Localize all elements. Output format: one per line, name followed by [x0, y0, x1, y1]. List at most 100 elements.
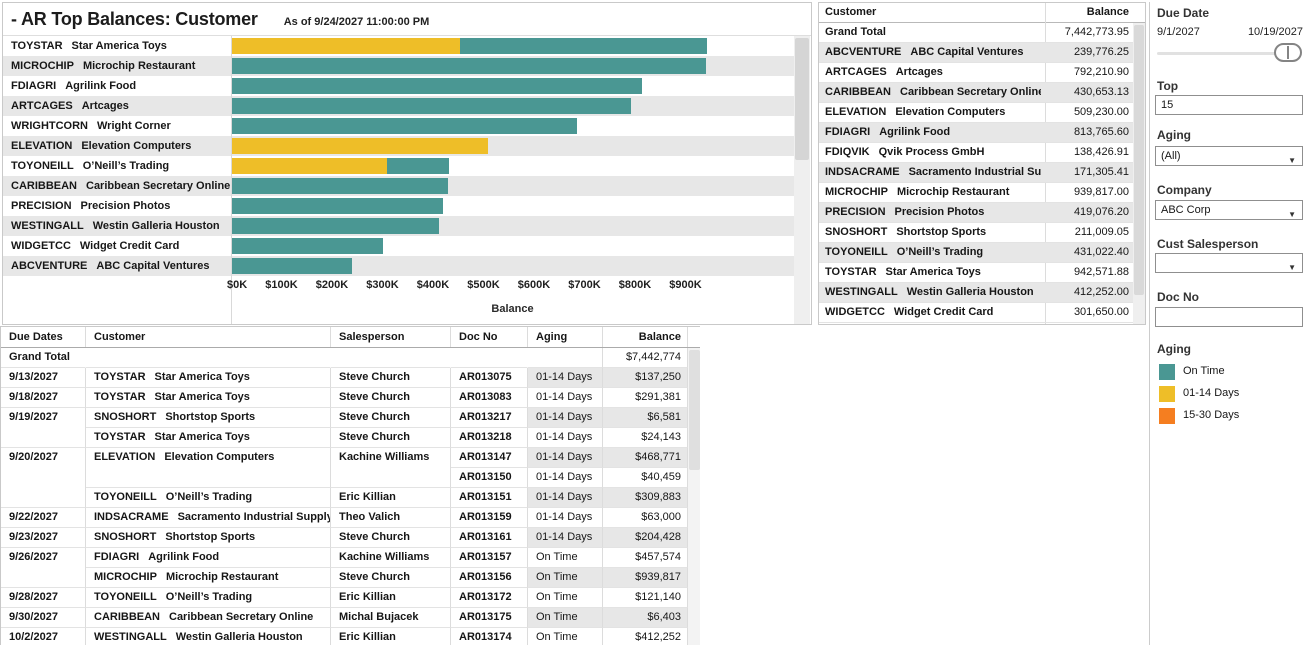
chart-row-plot	[231, 136, 794, 156]
bar-segment[interactable]	[231, 238, 383, 254]
chart-scrollbar-thumb[interactable]	[795, 38, 809, 160]
detail-row[interactable]: 9/20/2027ELEVATIONElevation ComputersKac…	[1, 448, 688, 468]
bar-segment[interactable]	[231, 258, 352, 274]
chart-row-label[interactable]: ARTCAGESArtcages	[3, 96, 231, 116]
detail-header-aging[interactable]: Aging	[528, 327, 603, 347]
bar-segment[interactable]	[231, 98, 631, 114]
summary-row[interactable]: ELEVATIONElevation Computers509,230.00	[819, 103, 1133, 123]
bar-segment[interactable]	[231, 198, 443, 214]
summary-row[interactable]: ABCVENTUREABC Capital Ventures239,776.25	[819, 43, 1133, 63]
legend-item[interactable]: 01-14 Days	[1159, 384, 1299, 406]
legend-item[interactable]: 15-30 Days	[1159, 406, 1299, 428]
summary-row[interactable]: MICROCHIPMicrochip Restaurant939,817.00	[819, 183, 1133, 203]
bar-segment[interactable]	[231, 158, 387, 174]
bar-segment[interactable]	[460, 38, 707, 54]
chart-row-label[interactable]: TOYSTARStar America Toys	[3, 36, 231, 56]
bar-segment[interactable]	[387, 158, 448, 174]
aging-dropdown[interactable]: (All) ▼	[1155, 146, 1303, 166]
doc-no-input[interactable]	[1155, 307, 1303, 327]
detail-row[interactable]: Grand Total$7,442,774	[1, 348, 688, 368]
bar-segment[interactable]	[231, 178, 448, 194]
summary-row[interactable]: WIDGETCCWidget Credit Card301,650.00	[819, 303, 1133, 323]
summary-customer-cell: ELEVATIONElevation Computers	[825, 103, 1041, 123]
detail-row[interactable]: MICROCHIPMicrochip RestaurantSteve Churc…	[1, 568, 688, 588]
summary-row[interactable]: INDSACRAMESacramento Industrial Su..171,…	[819, 163, 1133, 183]
detail-row[interactable]: 9/19/2027SNOSHORTShortstop SportsSteve C…	[1, 408, 688, 428]
detail-header-due-dates[interactable]: Due Dates	[1, 327, 86, 347]
chart-row-label[interactable]: PRECISIONPrecision Photos	[3, 196, 231, 216]
detail-header-salesperson[interactable]: Salesperson	[331, 327, 451, 347]
top-filter-input[interactable]	[1155, 95, 1303, 115]
summary-row[interactable]: SNOSHORTShortstop Sports211,009.05	[819, 223, 1133, 243]
detail-cell: AR013147	[451, 448, 528, 468]
detail-scrollbar-thumb[interactable]	[689, 350, 700, 470]
summary-customer-cell: WIDGETCCWidget Credit Card	[825, 303, 1041, 323]
chart-row-label[interactable]: MICROCHIPMicrochip Restaurant	[3, 56, 231, 76]
bar-segment[interactable]	[231, 138, 488, 154]
summary-row[interactable]: ARTCAGESArtcages792,210.90	[819, 63, 1133, 83]
detail-header-customer[interactable]: Customer	[86, 327, 331, 347]
chart-row-label[interactable]: ABCVENTUREABC Capital Ventures	[3, 256, 231, 276]
summary-row[interactable]: PRECISIONPrecision Photos419,076.20	[819, 203, 1133, 223]
summary-row[interactable]: TOYSTARStar America Toys942,571.88	[819, 263, 1133, 283]
chart-scrollbar[interactable]	[794, 36, 810, 324]
summary-header-customer[interactable]: Customer	[825, 6, 876, 18]
detail-header-doc-no[interactable]: Doc No	[451, 327, 528, 347]
chart-row-label[interactable]: ELEVATIONElevation Computers	[3, 136, 231, 156]
detail-header-balance[interactable]: Balance	[603, 327, 688, 347]
cust-salesperson-dropdown[interactable]: ▼	[1155, 253, 1303, 273]
detail-scrollbar[interactable]	[688, 348, 700, 645]
detail-cell	[451, 348, 528, 368]
detail-cell: SNOSHORTShortstop Sports	[86, 408, 331, 428]
summary-scrollbar-thumb[interactable]	[1134, 25, 1144, 295]
detail-cell: 01-14 Days	[528, 528, 603, 548]
summary-scrollbar[interactable]	[1133, 23, 1145, 325]
summary-header-balance[interactable]: Balance	[1087, 6, 1129, 18]
summary-row[interactable]: WESTINGALLWestin Galleria Houston412,252…	[819, 283, 1133, 303]
bar-segment[interactable]	[231, 78, 642, 94]
detail-row[interactable]: 9/26/2027FDIAGRIAgrilink FoodKachine Wil…	[1, 548, 688, 568]
detail-cell: 9/30/2027	[1, 608, 86, 628]
detail-cell: On Time	[528, 588, 603, 608]
chart-row-label[interactable]: WIDGETCCWidget Credit Card	[3, 236, 231, 256]
bar-segment[interactable]	[231, 118, 577, 134]
bar-segment[interactable]	[231, 38, 460, 54]
detail-row[interactable]: 9/18/2027TOYSTARStar America ToysSteve C…	[1, 388, 688, 408]
summary-row[interactable]: FDIQVIKQvik Process GmbH138,426.91	[819, 143, 1133, 163]
legend-title: Aging	[1157, 342, 1191, 356]
collapse-button[interactable]: -	[11, 9, 17, 30]
summary-balance-cell: 430,653.13	[1045, 83, 1129, 103]
detail-row[interactable]: 9/30/2027CARIBBEANCaribbean Secretary On…	[1, 608, 688, 628]
summary-balance-cell: 792,210.90	[1045, 63, 1129, 83]
chart-row-label[interactable]: CARIBBEANCaribbean Secretary Online	[3, 176, 231, 196]
detail-row[interactable]: 9/23/2027SNOSHORTShortstop SportsSteve C…	[1, 528, 688, 548]
legend-swatch	[1159, 364, 1175, 380]
summary-row[interactable]: FDIAGRIAgrilink Food813,765.60	[819, 123, 1133, 143]
detail-cell: $939,817	[603, 568, 688, 588]
bar-segment[interactable]	[231, 58, 706, 74]
summary-table-header: Customer Balance	[819, 3, 1145, 23]
detail-row[interactable]: 9/22/2027INDSACRAMESacramento Industrial…	[1, 508, 688, 528]
detail-cell: FDIAGRIAgrilink Food	[86, 548, 331, 568]
legend-item[interactable]: On Time	[1159, 362, 1299, 384]
detail-row[interactable]: TOYONEILLO’Neill’s TradingEric KillianAR…	[1, 488, 688, 508]
detail-row[interactable]: 9/13/2027TOYSTARStar America ToysSteve C…	[1, 368, 688, 388]
due-date-slider-handle[interactable]	[1274, 43, 1302, 62]
summary-row[interactable]: Grand Total7,442,773.95	[819, 23, 1133, 43]
detail-row[interactable]: AR01315001-14 Days$40,459	[1, 468, 688, 488]
detail-row[interactable]: 9/28/2027TOYONEILLO’Neill’s TradingEric …	[1, 588, 688, 608]
detail-cell: $412,252	[603, 628, 688, 645]
chart-row-label[interactable]: WESTINGALLWestin Galleria Houston	[3, 216, 231, 236]
summary-row[interactable]: TOYONEILLO’Neill’s Trading431,022.40	[819, 243, 1133, 263]
customer-name: Artcages	[82, 100, 129, 112]
chart-row-label[interactable]: FDIAGRIAgrilink Food	[3, 76, 231, 96]
detail-cell: AR013083	[451, 388, 528, 408]
chart-row-label[interactable]: TOYONEILLO’Neill’s Trading	[3, 156, 231, 176]
company-dropdown[interactable]: ABC Corp ▼	[1155, 200, 1303, 220]
bar-segment[interactable]	[231, 218, 439, 234]
detail-row[interactable]: TOYSTARStar America ToysSteve ChurchAR01…	[1, 428, 688, 448]
summary-row[interactable]: CARIBBEANCaribbean Secretary Online430,6…	[819, 83, 1133, 103]
detail-row[interactable]: 10/2/2027WESTINGALLWestin Galleria Houst…	[1, 628, 688, 645]
chart-row-label[interactable]: WRIGHTCORNWright Corner	[3, 116, 231, 136]
detail-cell: TOYONEILLO’Neill’s Trading	[86, 588, 331, 608]
